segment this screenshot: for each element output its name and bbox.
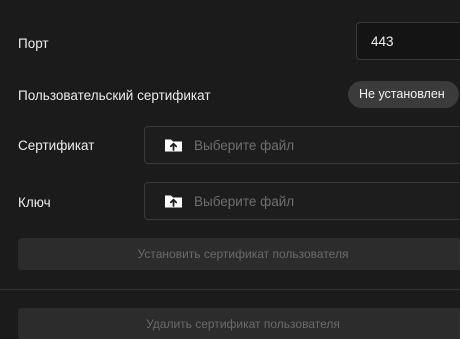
key-file-placeholder: Выберите файл (194, 194, 295, 209)
certificate-file-placeholder: Выберите файл (194, 138, 295, 153)
delete-certificate-button[interactable]: Удалить сертификат пользователя (18, 308, 460, 339)
user-certificate-label: Пользовательский сертификат (18, 88, 211, 103)
certificate-status-badge: Не установлен (348, 81, 459, 108)
folder-upload-icon (165, 139, 182, 152)
key-label: Ключ (18, 195, 51, 210)
section-divider (0, 289, 460, 290)
certificate-settings-panel: Порт 443 Пользовательский сертификат Не … (0, 0, 460, 339)
certificate-file-picker[interactable]: Выберите файл (144, 126, 460, 164)
install-certificate-button[interactable]: Установить сертификат пользователя (18, 238, 460, 270)
port-input[interactable]: 443 (356, 22, 460, 60)
folder-upload-icon (165, 195, 182, 208)
key-file-picker[interactable]: Выберите файл (144, 182, 460, 220)
port-label: Порт (18, 36, 49, 51)
certificate-label: Сертификат (18, 138, 95, 153)
